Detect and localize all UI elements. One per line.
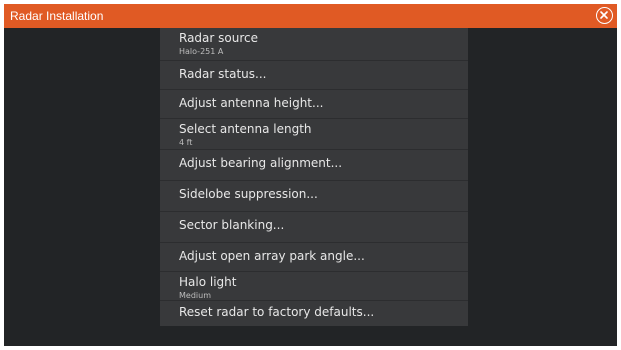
menu-item-label: Reset radar to factory defaults... xyxy=(179,305,375,319)
close-button[interactable] xyxy=(596,7,613,24)
menu-item-factory-reset[interactable]: Reset radar to factory defaults... xyxy=(160,301,468,326)
menu-item-halo-light[interactable]: Halo light Medium xyxy=(160,272,468,301)
menu-item-label: Select antenna length xyxy=(179,122,312,136)
menu-item-radar-source[interactable]: Radar source Halo-251 A xyxy=(160,28,468,61)
menu-item-label: Halo light xyxy=(179,275,237,289)
menu-item-sidelobe-suppression[interactable]: Sidelobe suppression... xyxy=(160,181,468,212)
menu-item-label: Sector blanking... xyxy=(179,218,285,232)
menu-item-sector-blanking[interactable]: Sector blanking... xyxy=(160,212,468,243)
close-icon xyxy=(600,11,608,19)
menu-item-label: Sidelobe suppression... xyxy=(179,187,318,201)
radar-installation-dialog: Radar Installation Radar source Halo-251… xyxy=(4,4,617,346)
menu-item-bearing-alignment[interactable]: Adjust bearing alignment... xyxy=(160,150,468,181)
menu-item-label: Adjust open array park angle... xyxy=(179,249,365,263)
menu-item-radar-status[interactable]: Radar status... xyxy=(160,61,468,90)
menu-item-value: 4 ft xyxy=(179,138,193,147)
title-bar: Radar Installation xyxy=(4,4,617,28)
menu-item-value: Medium xyxy=(179,291,211,300)
screen-frame: Radar Installation Radar source Halo-251… xyxy=(0,0,621,350)
menu-item-label: Radar source xyxy=(179,31,258,45)
menu-item-park-angle[interactable]: Adjust open array park angle... xyxy=(160,243,468,272)
menu-item-antenna-length[interactable]: Select antenna length 4 ft xyxy=(160,119,468,150)
menu-item-label: Adjust antenna height... xyxy=(179,96,324,110)
dialog-title: Radar Installation xyxy=(10,9,104,23)
menu-item-label: Adjust bearing alignment... xyxy=(179,156,343,170)
menu-item-label: Radar status... xyxy=(179,67,267,81)
installation-menu: Radar source Halo-251 A Radar status... … xyxy=(160,28,468,326)
menu-item-antenna-height[interactable]: Adjust antenna height... xyxy=(160,90,468,119)
menu-item-value: Halo-251 A xyxy=(179,47,224,56)
